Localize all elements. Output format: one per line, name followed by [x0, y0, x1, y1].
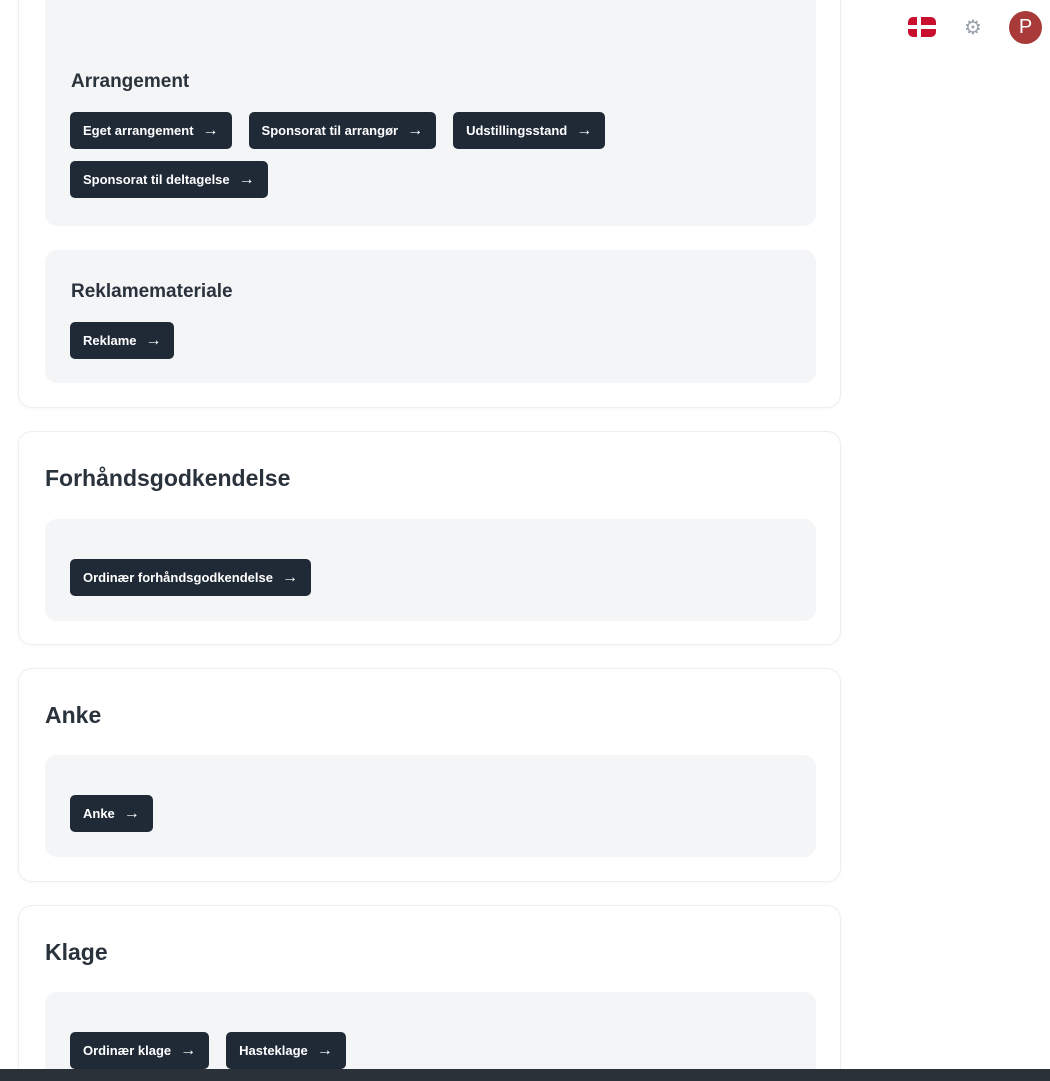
card-title: Anke [45, 702, 102, 728]
section-arrangement: Arrangement Eget arrangement → Sponsorat … [45, 0, 816, 226]
section-title: Reklamemateriale [71, 281, 233, 302]
card-klage: Klage Ordinær klage → Hasteklage → [18, 905, 841, 1081]
arrow-right-icon: → [576, 121, 593, 139]
ordinaer-forhandsgodkendelse-button[interactable]: Ordinær forhåndsgodkendelse → [70, 559, 311, 596]
section-title: Arrangement [71, 71, 190, 92]
eget-arrangement-button[interactable]: Eget arrangement → [70, 112, 232, 149]
arrow-right-icon: → [123, 804, 140, 822]
arrow-right-icon: → [180, 1041, 197, 1059]
arrow-right-icon: → [238, 170, 255, 188]
reklame-button[interactable]: Reklame → [70, 322, 175, 359]
card-title: Forhåndsgodkendelse [45, 465, 291, 491]
card-anke: Anke Anke → [18, 668, 841, 882]
card-title: Klage [45, 939, 108, 965]
footer-bar [0, 1069, 1050, 1081]
section-anke: Anke → [45, 755, 816, 857]
arrow-right-icon: → [281, 568, 298, 586]
sponsorat-til-arrangor-button[interactable]: Sponsorat til arrangør → [248, 112, 437, 149]
arrow-right-icon: → [145, 331, 162, 349]
anke-button[interactable]: Anke → [70, 795, 153, 832]
arrow-right-icon: → [407, 121, 424, 139]
arrow-right-icon: → [202, 121, 219, 139]
card-arrangement-group: Arrangement Eget arrangement → Sponsorat … [18, 0, 841, 408]
ordinaer-klage-button[interactable]: Ordinær klage → [70, 1032, 210, 1069]
section-reklamemateriale: Reklamemateriale Reklame → [45, 250, 816, 383]
section-forhandsgodkendelse: Ordinær forhåndsgodkendelse → [45, 519, 816, 621]
gear-icon[interactable]: ⚙ [962, 17, 984, 39]
section-klage: Ordinær klage → Hasteklage → [45, 992, 816, 1081]
udstillingsstand-button[interactable]: Udstillingsstand → [453, 112, 606, 149]
avatar[interactable]: P [1009, 11, 1042, 44]
sponsorat-til-deltagelse-button[interactable]: Sponsorat til deltagelse → [70, 161, 268, 198]
arrow-right-icon: → [316, 1041, 333, 1059]
hasteklage-button[interactable]: Hasteklage → [226, 1032, 346, 1069]
card-forhandsgodkendelse: Forhåndsgodkendelse Ordinær forhåndsgodk… [18, 431, 841, 645]
danish-flag-icon[interactable] [908, 17, 936, 37]
